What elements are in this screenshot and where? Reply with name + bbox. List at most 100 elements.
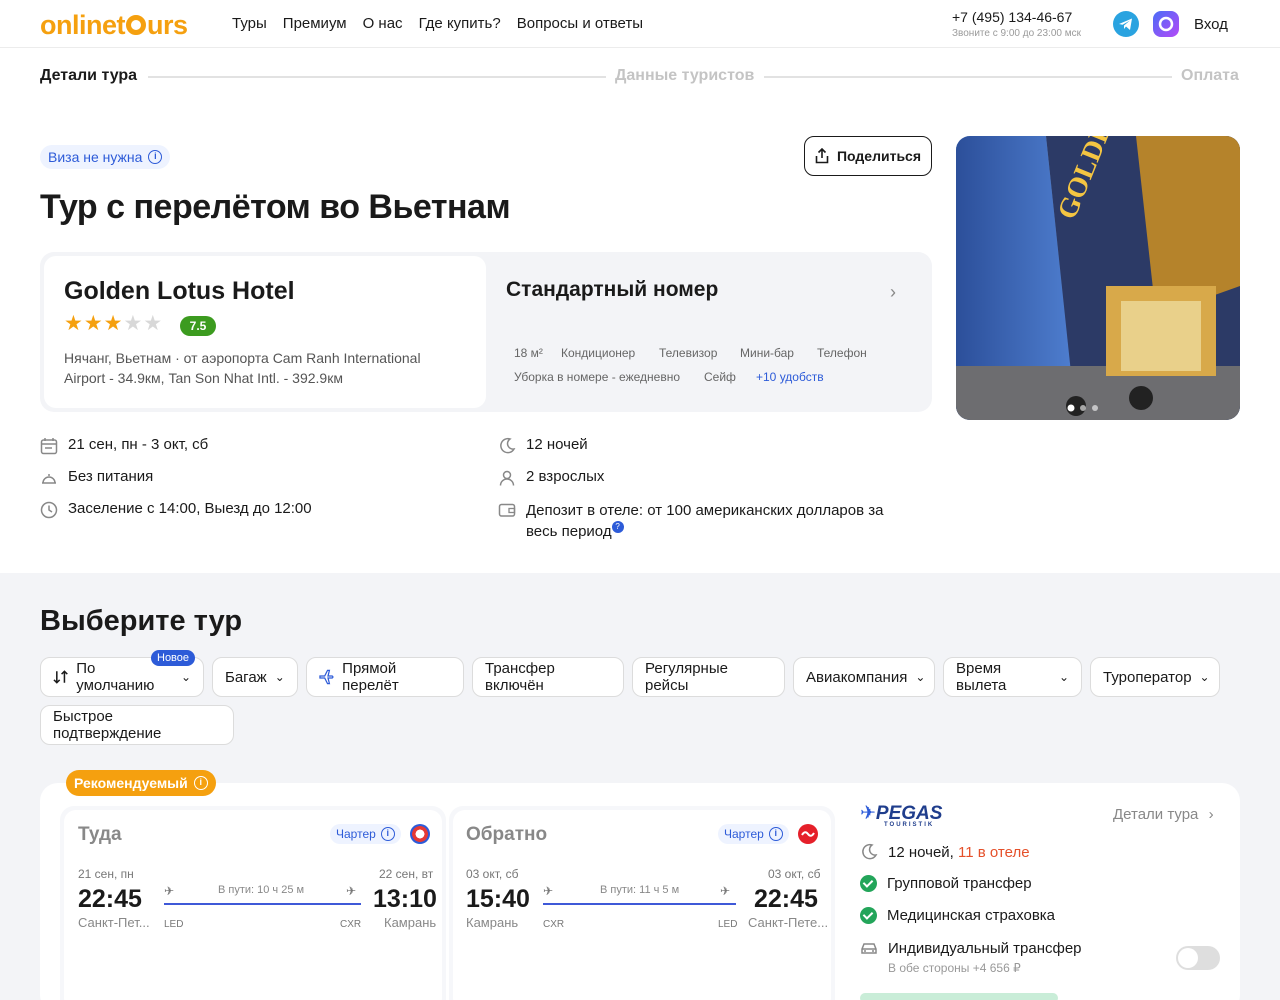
checkin-text: Заселение с 14:00, Выезд до 12:00 bbox=[68, 500, 312, 517]
share-button[interactable]: Поделиться bbox=[804, 136, 932, 176]
nav-tours[interactable]: Туры bbox=[232, 15, 267, 32]
charter-badge: Чартер i bbox=[330, 824, 401, 844]
option-price: В обе стороны +4 656 ₽ bbox=[888, 961, 1021, 975]
visa-label: Виза не нужна bbox=[48, 149, 143, 165]
hotel-name[interactable]: Golden Lotus Hotel bbox=[64, 277, 295, 306]
departure-city: Санкт-Пет... bbox=[78, 915, 150, 930]
nights-in-hotel: 11 в отеле bbox=[958, 843, 1030, 861]
guests-info: 2 взрослых bbox=[498, 468, 604, 487]
more-amenities-link[interactable]: +10 удобств bbox=[756, 370, 824, 384]
page-title: Тур с перелётом во Вьетнам bbox=[40, 188, 511, 226]
amenity: Мини-бар bbox=[740, 346, 794, 360]
filter-label: Трансфер включён bbox=[485, 660, 555, 694]
recommended-label: Рекомендуемый bbox=[74, 775, 188, 791]
charter-badge: Чартер i bbox=[718, 824, 789, 844]
operator-name: PEGAS bbox=[875, 803, 943, 824]
filter-tour-operator[interactable]: Туроператор ⌄ bbox=[1090, 657, 1220, 697]
takeoff-icon: ✈ bbox=[164, 884, 175, 898]
logo[interactable]: onlineonlinetoursturs bbox=[40, 10, 188, 41]
individual-transfer-option: Индивидуальный трансфер bbox=[860, 939, 1082, 957]
nav-where-to-buy[interactable]: Где купить? bbox=[419, 15, 501, 32]
wallet-icon bbox=[498, 503, 516, 517]
filter-direct-flight[interactable]: Прямой перелёт bbox=[306, 657, 464, 697]
tour-details-link[interactable]: Детали тура › bbox=[1113, 806, 1214, 823]
nights-row: 12 ночей, 11 в отеле bbox=[860, 843, 1030, 861]
chevron-down-icon: ⌄ bbox=[915, 670, 926, 684]
filter-transfer[interactable]: Трансфер включён bbox=[472, 657, 624, 697]
nights-count: 12 ночей, bbox=[888, 843, 954, 861]
visa-badge[interactable]: Виза не нужна i bbox=[40, 145, 171, 169]
phone-number[interactable]: +7 (495) 134-46-67 bbox=[952, 9, 1072, 25]
operator-logo: ✈PEGAS TOURISTIK bbox=[860, 803, 943, 828]
included-option: Групповой трансфер bbox=[860, 875, 1032, 892]
step-divider bbox=[764, 76, 1172, 78]
filter-label: Быстрое подтверждение bbox=[53, 708, 162, 742]
filter-departure-time[interactable]: Время вылета ⌄ bbox=[943, 657, 1082, 697]
star-icon: ★ bbox=[103, 312, 123, 335]
charter-label: Чартер bbox=[336, 827, 376, 841]
arrival-city: Камрань bbox=[384, 915, 437, 930]
moon-icon bbox=[862, 843, 878, 860]
deposit-text: Депозит в отеле: от 100 американских дол… bbox=[526, 502, 884, 540]
check-circle-icon bbox=[860, 907, 877, 924]
departure-airport-code: LED bbox=[164, 919, 184, 930]
departure-time: 15:40 bbox=[466, 885, 530, 913]
chevron-down-icon: ⌄ bbox=[180, 670, 191, 684]
filter-fast-confirmation[interactable]: Быстрое подтверждение bbox=[40, 705, 234, 745]
filter-label: Туроператор bbox=[1103, 668, 1192, 686]
filter-baggage[interactable]: Багаж ⌄ bbox=[212, 657, 298, 697]
filter-regular-flights[interactable]: Регулярные рейсы bbox=[632, 657, 785, 697]
operator-subtitle: TOURISTIK bbox=[884, 822, 935, 828]
amenity: Уборка в номере - ежедневно bbox=[514, 370, 681, 384]
arrival-airport-code: LED bbox=[718, 919, 738, 930]
arrival-time: 13:10 bbox=[373, 885, 437, 913]
nav-premium[interactable]: Премиум bbox=[283, 15, 347, 32]
airline-logo-icon bbox=[798, 824, 818, 844]
chevron-right-icon[interactable]: › bbox=[890, 282, 896, 303]
nav-about[interactable]: О нас bbox=[363, 15, 403, 32]
amenity: Телефон bbox=[817, 346, 867, 360]
max-messenger-icon[interactable] bbox=[1153, 11, 1179, 37]
filter-label: Прямой перелёт bbox=[342, 660, 399, 694]
hotel-photo[interactable]: GOLDEN LOTUS bbox=[956, 136, 1240, 420]
meal-text: Без питания bbox=[68, 468, 154, 485]
amenity: 18 м² bbox=[514, 346, 543, 360]
phone-hours: Звоните с 9:00 до 23:00 мск bbox=[952, 28, 1081, 39]
step-tourist-data: Данные туристов bbox=[615, 67, 755, 84]
nights-info: 12 ночей bbox=[498, 436, 588, 455]
check-circle-icon bbox=[860, 875, 877, 892]
login-link[interactable]: Вход bbox=[1194, 16, 1228, 33]
departure-time: 22:45 bbox=[78, 885, 142, 913]
telegram-icon[interactable] bbox=[1113, 11, 1139, 37]
chevron-right-icon: › bbox=[1208, 806, 1214, 823]
arrival-time: 22:45 bbox=[754, 885, 818, 913]
nav-faq[interactable]: Вопросы и ответы bbox=[517, 15, 643, 32]
section-title: Выберите тур bbox=[40, 605, 243, 637]
calendar-icon bbox=[40, 438, 58, 455]
fast-confirmation-strip bbox=[860, 993, 1058, 1000]
info-icon[interactable]: i bbox=[148, 150, 163, 164]
airplane-icon bbox=[319, 669, 334, 685]
share-icon bbox=[815, 148, 829, 164]
checkin-info: Заселение с 14:00, Выезд до 12:00 bbox=[40, 500, 312, 519]
departure-date: 21 сен, пн bbox=[78, 867, 134, 881]
star-icon: ★ bbox=[83, 312, 103, 335]
flight-duration: В пути: 11 ч 5 м bbox=[600, 884, 680, 896]
info-icon[interactable]: i bbox=[768, 827, 783, 841]
step-tour-details: Детали тура bbox=[40, 67, 138, 84]
filter-airline[interactable]: Авиакомпания ⌄ bbox=[793, 657, 935, 697]
hotel-stars: ★ ★ ★ ★ ★ bbox=[64, 313, 162, 334]
site-header: onlineonlinetoursturs Туры Премиум О нас… bbox=[0, 0, 1280, 48]
amenity: Кондиционер bbox=[561, 346, 636, 360]
question-icon[interactable]: ? bbox=[611, 521, 624, 533]
info-icon[interactable]: i bbox=[380, 827, 395, 841]
star-empty-icon: ★ bbox=[123, 312, 143, 335]
landing-icon: ✈ bbox=[346, 884, 357, 898]
chevron-down-icon: ⌄ bbox=[1058, 670, 1069, 684]
info-icon[interactable]: i bbox=[193, 776, 208, 790]
individual-transfer-toggle[interactable] bbox=[1176, 946, 1220, 970]
landing-icon: ✈ bbox=[720, 884, 731, 898]
room-type[interactable]: Стандартный номер bbox=[506, 278, 718, 302]
filter-label: Время вылета bbox=[956, 660, 1007, 694]
charter-label: Чартер bbox=[724, 827, 764, 841]
